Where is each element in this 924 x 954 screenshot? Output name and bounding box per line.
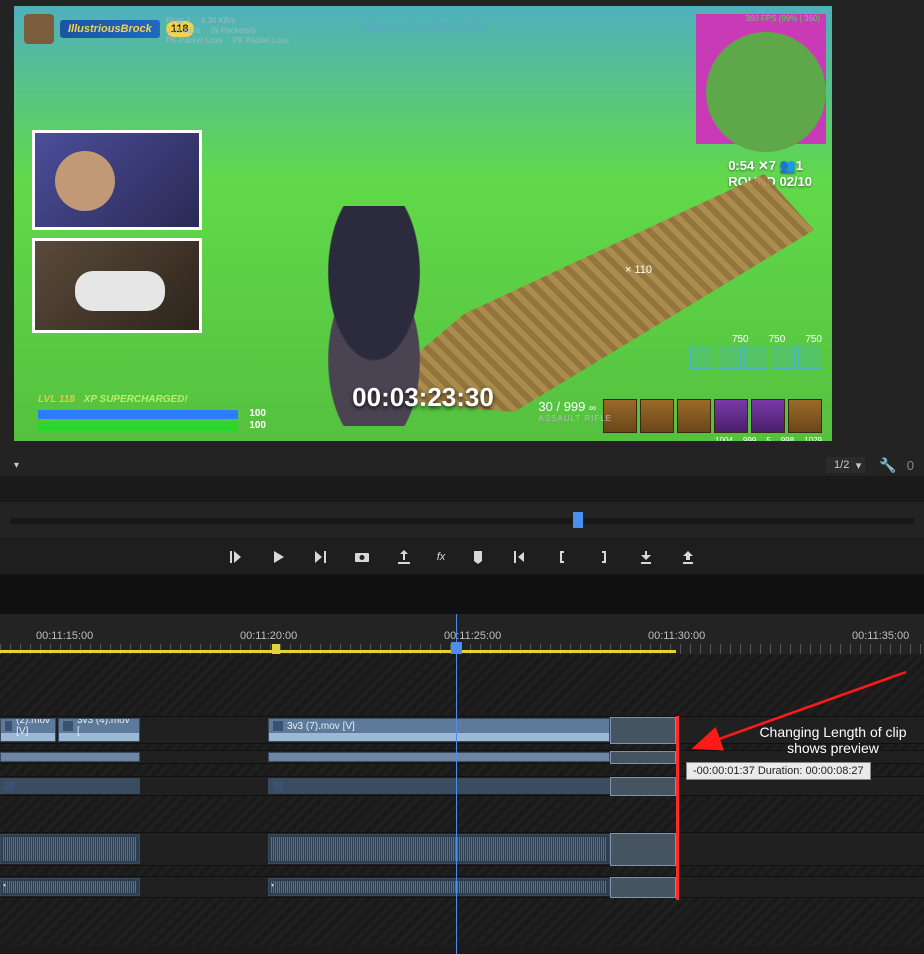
facecam-controller [32, 238, 202, 333]
trim-tooltip: -00:00:01:37 Duration: 00:00:08:27 [686, 762, 871, 780]
fps-readout: 360 FPS (99% | 360) [745, 14, 820, 23]
track-a1[interactable] [0, 832, 924, 866]
avatar-icon [24, 14, 54, 44]
ruler-time-4: 00:11:35:00 [852, 630, 909, 642]
clip-v1-a[interactable]: (2).mov [V] [0, 718, 56, 742]
settings-wrench-icon[interactable]: 🔧 [879, 457, 896, 474]
clip-v1-b[interactable]: 3v3 (4).mov [ [58, 718, 140, 742]
play-button[interactable] [269, 548, 287, 566]
timecode-readout-small: 0 [907, 458, 914, 473]
build-ramp-icon [744, 345, 768, 369]
wcount-1: 1004 [715, 436, 733, 441]
clip-a1-a[interactable] [0, 834, 140, 864]
lift-button[interactable] [637, 548, 655, 566]
clip-a2-main[interactable]: ▪ [268, 878, 610, 896]
trim-ghost [610, 717, 676, 744]
transport-controls: fx [0, 540, 924, 574]
mat-metal: 750 [805, 334, 822, 345]
build-floor-icon [717, 345, 741, 369]
wcount-5: 1029 [804, 436, 822, 441]
stat-ping: Ping: 1 [166, 16, 191, 26]
game-minimap [696, 14, 826, 144]
trim-ghost [610, 777, 676, 796]
stat-up: 0.01 KB/s [166, 26, 201, 36]
annotation-text: Changing Length of clip shows preview [748, 724, 918, 756]
stat-down: 4.36 KB/s [201, 16, 236, 26]
snapshot-button[interactable] [353, 548, 371, 566]
program-monitor-video[interactable]: 0:54 ✕7 👥1 ROUND 02/10 IllustriousBrock … [14, 6, 832, 441]
center-id: s8atn 1234-2898-2169 [363, 20, 484, 34]
monitor-scrub-row [0, 502, 924, 538]
build-wall-icon [690, 345, 714, 369]
ruler-time-3: 00:11:30:00 [648, 630, 705, 642]
fx-toggle-button[interactable]: fx [437, 551, 446, 563]
pickup-count: × 110 [625, 264, 652, 276]
shield-bar: 100 [38, 410, 238, 419]
fx-badge-icon [5, 781, 15, 791]
wcount-2: 999 [743, 436, 756, 441]
trim-ghost [610, 833, 676, 866]
clip-v1-main[interactable]: 3v3 (7).mov [V] [268, 718, 610, 742]
material-counts: 750 750 750 [732, 334, 822, 345]
program-monitor-panel: 0:54 ✕7 👥1 ROUND 02/10 IllustriousBrock … [0, 0, 924, 476]
monitor-scrub-playhead[interactable] [573, 512, 583, 528]
monitor-scrub-track[interactable] [10, 518, 914, 524]
mat-wood: 750 [732, 334, 749, 345]
monitor-menu-chevron[interactable]: ▾ [10, 456, 23, 475]
mark-out-button[interactable] [595, 548, 613, 566]
build-trap-icon [798, 345, 822, 369]
clip-label: (2).mov [V] [16, 718, 51, 737]
playhead-line [456, 654, 457, 946]
track-a2[interactable]: ▪ ▪ [0, 876, 924, 898]
fx-badge-icon [63, 721, 73, 731]
net-stats: Ping: 1 4.36 KB/s 0.01 KB/s IN Packets/s… [166, 16, 289, 46]
trim-ghost [610, 877, 676, 898]
wcount-4: 998 [781, 436, 794, 441]
wcount-3: 5 [766, 436, 770, 441]
round-meta: 0:54 ✕7 👥1 [728, 158, 803, 173]
extract-button[interactable] [679, 548, 697, 566]
work-area-start-handle[interactable] [272, 644, 280, 654]
xp-text: XP SUPERCHARGED! [84, 394, 188, 405]
clip-a1-main[interactable] [268, 834, 610, 864]
fx-badge-icon [273, 721, 283, 731]
playback-resolution-dropdown[interactable]: 1/2 [826, 457, 865, 473]
timeline-tracks[interactable]: (2).mov [V] 3v3 (4).mov [ 3v3 (7).mov [V… [0, 654, 924, 946]
hp-bar: 100 [38, 422, 238, 431]
clip-a2-a[interactable]: ▪ [0, 878, 140, 896]
trim-ghost [610, 751, 676, 764]
mat-brick: 750 [769, 334, 786, 345]
ruler-time-1: 00:11:20:00 [240, 630, 297, 642]
trim-edge-indicator[interactable] [676, 716, 679, 900]
stat-pkt-out: PK Packet Loss [166, 36, 222, 46]
fx-badge-icon [273, 781, 283, 791]
ruler-time-2: 00:11:25:00 [444, 630, 501, 642]
lvl-text: LVL 118 [38, 394, 75, 405]
clip-v3-main[interactable] [268, 778, 610, 794]
fx-badge-icon [5, 721, 12, 731]
mark-in-button[interactable] [553, 548, 571, 566]
clip-label: 3v3 (4).mov [ [77, 718, 135, 737]
step-forward-button[interactable] [311, 548, 329, 566]
hud-bottom: LVL 118 XP SUPERCHARGED! 100 100 [38, 407, 808, 431]
clip-v2-a[interactable] [0, 752, 140, 762]
clip-v2-main[interactable] [268, 752, 610, 762]
export-frame-button[interactable] [395, 548, 413, 566]
build-roof-icon [771, 345, 795, 369]
build-slots [690, 345, 822, 369]
monitor-controls-row: ▾ 1/2 🔧 0 [0, 448, 924, 482]
playhead-handle-icon[interactable] [451, 642, 462, 654]
goto-in-button[interactable] [511, 548, 529, 566]
clip-label: 3v3 (7).mov [V] [287, 721, 355, 732]
stat-pkt-out2: PK Packet Loss [232, 36, 288, 46]
stat-pkt-in: IN Packets/s [211, 26, 256, 36]
clip-v3-a[interactable] [0, 778, 140, 794]
work-area-bar[interactable] [0, 650, 676, 653]
step-back-button[interactable] [227, 548, 245, 566]
marker-button[interactable] [469, 548, 487, 566]
ruler-time-0: 00:11:15:00 [36, 630, 93, 642]
timeline-ruler[interactable]: 00:11:15:00 00:11:20:00 00:11:25:00 00:1… [0, 614, 924, 654]
player-name: IllustriousBrock [60, 20, 160, 38]
facecam-webcam [32, 130, 202, 230]
